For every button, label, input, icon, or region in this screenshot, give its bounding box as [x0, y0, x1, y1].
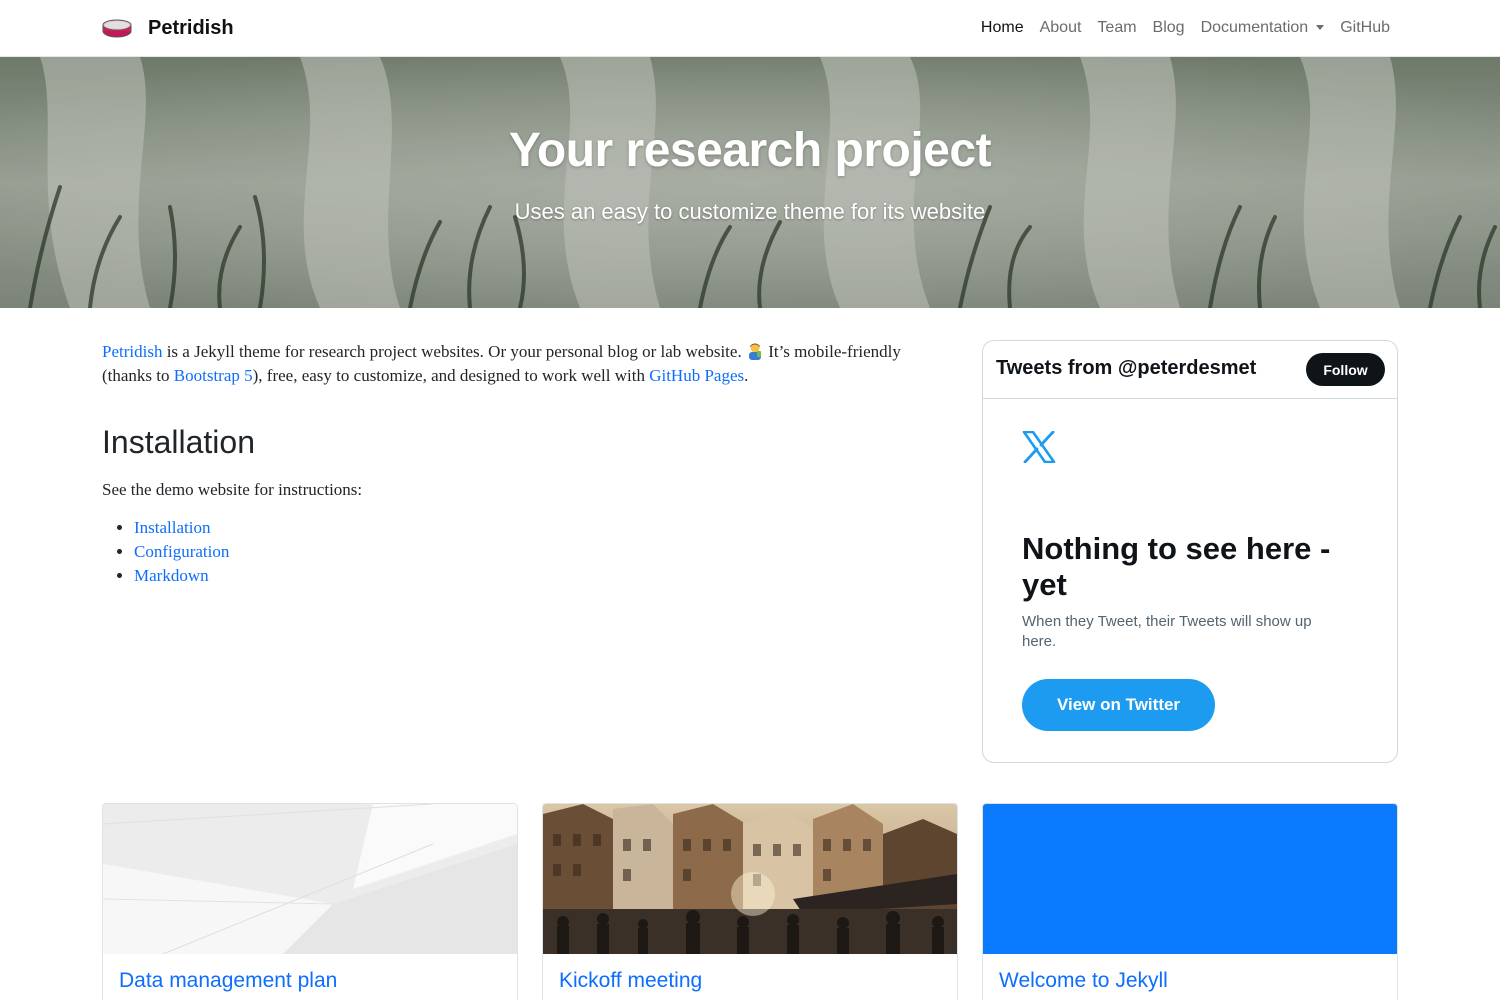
intro-text-1: is a Jekyll theme for research project w… [162, 342, 746, 361]
city-square-crowd-photo [543, 804, 957, 954]
hero-background-image [0, 57, 1500, 308]
twitter-timeline-widget: Tweets from @peterdesmet Follow Nothing … [982, 340, 1398, 763]
scientist-emoji-icon [748, 343, 761, 360]
card-image-blue-placeholder[interactable] [983, 804, 1397, 954]
list-item: Markdown [134, 564, 922, 588]
petridish-link[interactable]: Petridish [102, 342, 162, 361]
installation-link[interactable]: Installation [134, 518, 210, 537]
bootstrap-link[interactable]: Bootstrap 5 [174, 366, 253, 385]
post-card-data-management[interactable]: Data management plan [102, 803, 518, 1000]
list-item: Installation [134, 516, 922, 540]
post-card-welcome-jekyll[interactable]: Welcome to Jekyll [982, 803, 1398, 1000]
intro-paragraph: Petridish is a Jekyll theme for research… [102, 340, 922, 388]
petri-dish-logo-icon [102, 19, 132, 38]
x-logo-icon [1022, 431, 1056, 463]
view-on-twitter-button[interactable]: View on Twitter [1022, 679, 1215, 731]
installation-heading: Installation [102, 424, 255, 460]
hero-banner: Your research project Uses an easy to cu… [0, 57, 1500, 308]
top-navbar: Petridish Home About Team Blog Documenta… [0, 0, 1500, 57]
nav-link-github[interactable]: GitHub [1340, 19, 1390, 37]
nav-dropdown-label: Documentation [1200, 19, 1309, 36]
card-image-city-square[interactable] [543, 804, 957, 954]
main-content: Petridish is a Jekyll theme for research… [102, 340, 922, 588]
nav-link-blog[interactable]: Blog [1153, 19, 1185, 37]
twitter-widget-header: Tweets from @peterdesmet Follow [983, 341, 1397, 399]
brand-link[interactable]: Petridish [102, 14, 234, 42]
card-title[interactable]: Welcome to Jekyll [999, 969, 1168, 993]
hero-subtitle: Uses an easy to customize theme for its … [514, 199, 986, 224]
empty-timeline-text: When they Tweet, their Tweets will show … [1022, 613, 1312, 650]
caret-down-icon [1316, 25, 1325, 31]
post-card-kickoff-meeting[interactable]: Kickoff meeting [542, 803, 958, 1000]
configuration-link[interactable]: Configuration [134, 542, 229, 561]
nav-dropdown-documentation[interactable]: Documentation [1201, 19, 1325, 37]
nav-link-about[interactable]: About [1040, 19, 1082, 37]
list-item: Configuration [134, 540, 922, 564]
markdown-link[interactable]: Markdown [134, 566, 209, 585]
nav-link-home[interactable]: Home [981, 19, 1024, 37]
card-image-architecture[interactable] [103, 804, 517, 954]
brand-name: Petridish [148, 16, 234, 39]
empty-timeline-title: Nothing to see here - yet [1022, 531, 1331, 602]
main-nav: Home About Team Blog Documentation GitHu… [965, 16, 1390, 40]
follow-button[interactable]: Follow [1306, 353, 1385, 386]
card-title[interactable]: Data management plan [119, 969, 337, 993]
white-architecture-photo [103, 804, 517, 954]
instructions-list: Installation Configuration Markdown [102, 516, 922, 588]
intro-text-4: . [744, 366, 749, 385]
nav-link-team[interactable]: Team [1097, 19, 1136, 37]
intro-text-3: ), free, easy to customize, and designed… [252, 366, 650, 385]
github-pages-link[interactable]: GitHub Pages [649, 366, 744, 385]
twitter-widget-title[interactable]: Tweets from @peterdesmet [996, 357, 1256, 380]
card-title[interactable]: Kickoff meeting [559, 969, 702, 993]
installation-text: See the demo website for instructions: [102, 480, 363, 499]
hero-title: Your research project [508, 124, 992, 177]
